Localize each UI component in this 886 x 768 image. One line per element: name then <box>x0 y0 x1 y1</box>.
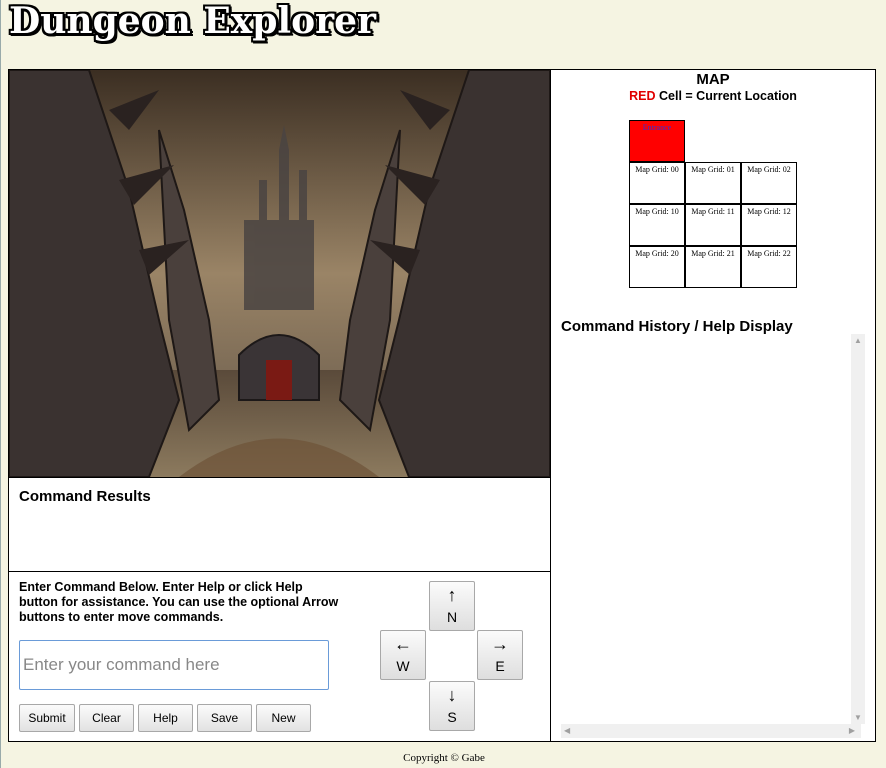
history-title: Command History / Help Display <box>561 318 793 335</box>
map-cell-22: Map Grid: 22 <box>741 246 797 288</box>
arrow-right-icon: → <box>491 634 509 654</box>
command-results-title: Command Results <box>19 488 151 505</box>
arrow-down-icon: ↓ <box>447 685 457 705</box>
scroll-right-icon[interactable]: ▶ <box>849 726 855 735</box>
map-cell-11: Map Grid: 11 <box>685 204 741 246</box>
map-cell-20: Map Grid: 20 <box>629 246 685 288</box>
map-cell-01: Map Grid: 01 <box>685 162 741 204</box>
history-horizontal-scrollbar[interactable]: ◀ ▶ <box>561 724 861 738</box>
arrow-up-icon: ↑ <box>447 585 457 605</box>
south-arrow-button[interactable]: ↓ S <box>429 681 475 731</box>
map-cell-12: Map Grid: 12 <box>741 204 797 246</box>
map-cell-entrance: Entrance <box>629 120 685 162</box>
command-results-panel: Command Results <box>9 478 550 572</box>
left-panel: Command Results Enter Command Below. Ent… <box>9 70 551 741</box>
history-vertical-scrollbar[interactable]: ▲ ▼ <box>851 334 865 724</box>
map-cell-10: Map Grid: 10 <box>629 204 685 246</box>
command-input[interactable] <box>19 640 329 690</box>
map-cell-00: Map Grid: 00 <box>629 162 685 204</box>
map-cell-02: Map Grid: 02 <box>741 162 797 204</box>
north-label: N <box>446 609 458 625</box>
arrow-left-icon: ← <box>394 634 412 654</box>
scroll-down-icon[interactable]: ▼ <box>854 713 862 722</box>
west-arrow-button[interactable]: ← W <box>380 630 426 680</box>
scroll-left-icon[interactable]: ◀ <box>564 726 570 735</box>
submit-button[interactable]: Submit <box>19 704 75 732</box>
dungeon-scene-image <box>9 70 550 478</box>
legend-red-label: RED <box>629 89 656 103</box>
north-arrow-button[interactable]: ↑ N <box>429 581 475 631</box>
copyright-footer: Copyright © Gabe <box>403 752 485 764</box>
map-cell-21: Map Grid: 21 <box>685 246 741 288</box>
right-panel: MAP RED Cell = Current Location Entrance… <box>551 70 875 741</box>
south-label: S <box>447 709 457 725</box>
new-button[interactable]: New <box>256 704 311 732</box>
app-title: Dungeon Explorer <box>9 0 376 42</box>
game-frame: Command Results Enter Command Below. Ent… <box>8 69 876 742</box>
east-label: E <box>495 658 505 674</box>
help-button[interactable]: Help <box>138 704 193 732</box>
west-label: W <box>396 658 410 674</box>
command-entry-panel: Enter Command Below. Enter Help or click… <box>9 572 550 741</box>
scroll-up-icon[interactable]: ▲ <box>854 336 862 345</box>
command-instructions: Enter Command Below. Enter Help or click… <box>19 580 339 624</box>
legend-text: Cell = Current Location <box>655 89 797 103</box>
clear-button[interactable]: Clear <box>79 704 134 732</box>
east-arrow-button[interactable]: → E <box>477 630 523 680</box>
history-display[interactable]: ▲ ▼ ◀ ▶ <box>561 334 865 738</box>
map-title: MAP <box>696 71 730 88</box>
save-button[interactable]: Save <box>197 704 252 732</box>
map-legend: RED Cell = Current Location <box>551 89 875 103</box>
